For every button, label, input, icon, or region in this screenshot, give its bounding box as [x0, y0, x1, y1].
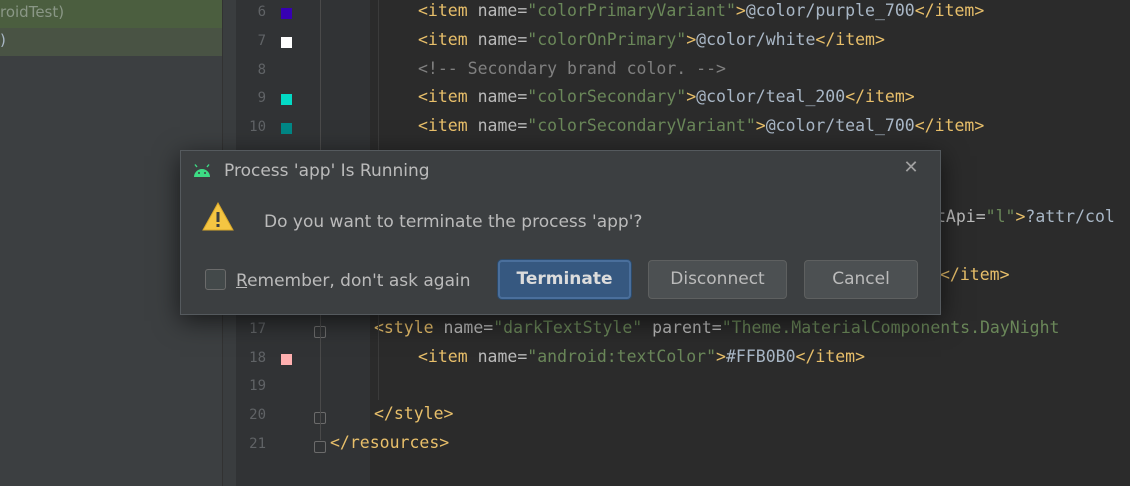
project-tree-item[interactable]: roidTest): [0, 0, 222, 28]
code-token: "colorOnPrimary": [527, 29, 687, 49]
disconnect-button[interactable]: Disconnect: [648, 260, 787, 299]
code-token: >: [1015, 207, 1026, 226]
terminate-process-dialog: Process 'app' Is Running ✕ Do you want t…: [180, 150, 941, 315]
code-token: ?attr/col: [1025, 207, 1115, 226]
code-token: @color/white: [696, 29, 816, 49]
code-token: "android:textColor": [527, 346, 717, 366]
code-token: </style>: [374, 404, 454, 424]
line-number: 9: [257, 90, 266, 107]
code-token: @color/teal_700: [765, 116, 915, 136]
code-token: </resources>: [330, 433, 450, 452]
remember-checkbox-label[interactable]: Remember, don't ask again: [236, 271, 471, 291]
project-tree-label: ): [0, 31, 6, 49]
color-swatch-icon[interactable]: [281, 8, 292, 19]
code-token: </item>: [815, 29, 885, 49]
code-token: </item>: [940, 265, 1010, 284]
line-number: 21: [249, 436, 266, 452]
terminate-button[interactable]: Terminate: [498, 260, 631, 299]
line-number: 10: [249, 119, 266, 136]
code-line: <style name="darkTextStyle" parent="Them…: [374, 318, 1059, 337]
color-swatch-icon[interactable]: [281, 36, 292, 48]
code-token: >: [755, 116, 766, 136]
code-line: <item name="colorSecondaryVariant">@colo…: [418, 116, 984, 135]
code-line: <item name="android:textColor">#FFB0B0</…: [418, 347, 865, 366]
line-number: 8: [257, 61, 266, 78]
cancel-button[interactable]: Cancel: [804, 260, 918, 299]
code-token: "colorSecondaryVariant": [527, 116, 756, 136]
code-token: name=: [477, 29, 528, 49]
color-swatch-icon[interactable]: [281, 353, 292, 365]
code-token: >: [686, 87, 697, 107]
project-tree-item[interactable]: ): [0, 28, 222, 56]
code-token: </item>: [795, 346, 866, 366]
code-token: tApi=: [936, 207, 986, 226]
code-line: </style>: [374, 404, 453, 423]
project-tree-label: roidTest): [0, 3, 65, 21]
color-swatch-icon[interactable]: [281, 123, 292, 135]
warning-icon: [202, 201, 234, 231]
code-token: name=: [477, 87, 528, 107]
line-number: 7: [257, 32, 266, 49]
line-number: 17: [249, 320, 266, 337]
code-token: name=: [477, 346, 528, 366]
code-line: tApi="l">?attr/col: [936, 207, 1115, 226]
code-line: <item name="colorSecondary">@color/teal_…: [418, 87, 915, 106]
code-token: name=: [443, 317, 494, 337]
code-token: "colorPrimaryVariant": [527, 1, 736, 20]
close-icon[interactable]: ✕: [901, 158, 921, 178]
code-token: >: [686, 29, 697, 49]
dialog-message: Do you want to terminate the process 'ap…: [264, 212, 643, 232]
code-token: <!-- Secondary brand color. -->: [418, 58, 726, 78]
code-token: "darkTextStyle": [493, 317, 643, 337]
code-line: <item name="colorPrimaryVariant">@color/…: [418, 1, 984, 20]
code-token: "l": [985, 207, 1016, 226]
code-line: <!-- Secondary brand color. -->: [418, 59, 726, 78]
code-token: </item>: [914, 1, 985, 20]
code-token: "colorSecondary": [527, 87, 687, 107]
code-token: <item: [418, 29, 478, 49]
code-token: name=: [477, 116, 528, 136]
code-token: <item: [418, 87, 478, 107]
remember-checkbox[interactable]: [205, 269, 226, 290]
line-number: 19: [249, 378, 266, 395]
code-token: "Theme.MaterialComponents.DayNight: [721, 317, 1060, 337]
android-icon: [194, 164, 210, 177]
code-token: @color/purple_700: [745, 1, 915, 20]
code-line: <item name="colorOnPrimary">@color/white…: [418, 30, 885, 49]
code-token: #FFB0B0: [725, 346, 796, 366]
line-number: 20: [249, 407, 266, 424]
code-token: </item>: [914, 116, 985, 136]
code-line: </item>: [940, 265, 1010, 284]
code-token: <item: [418, 346, 478, 366]
color-swatch-icon[interactable]: [281, 94, 292, 106]
line-number: 6: [257, 4, 266, 20]
code-token: <style: [374, 317, 444, 337]
code-token: <item: [418, 116, 478, 136]
code-token: <item: [418, 1, 478, 20]
code-token: >: [716, 346, 726, 366]
code-token: parent=: [642, 317, 722, 337]
code-token: name=: [477, 1, 528, 20]
fold-icon[interactable]: [314, 441, 326, 453]
checkbox-label-text: emember, don't ask again: [247, 271, 471, 291]
code-token: @color/teal_200: [696, 87, 846, 107]
code-token: </item>: [845, 87, 915, 107]
line-number: 18: [249, 349, 266, 366]
mnemonic-letter: R: [236, 271, 248, 291]
dialog-title: Process 'app' Is Running: [224, 161, 430, 181]
code-token: >: [735, 1, 746, 20]
code-line: </resources>: [330, 433, 449, 452]
